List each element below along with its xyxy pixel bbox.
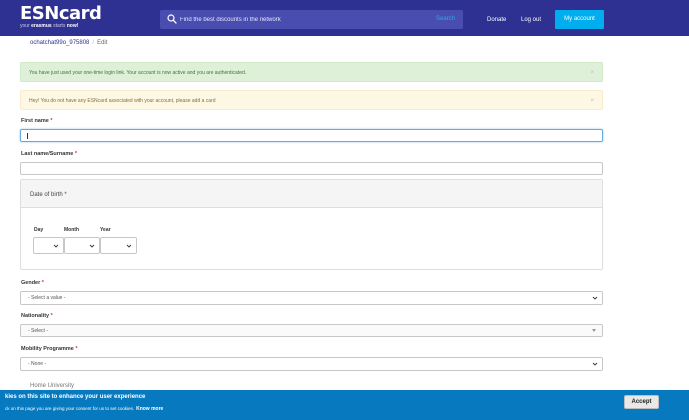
cookie-banner: kies on this site to enhance your user e… xyxy=(0,390,689,420)
year-select[interactable] xyxy=(100,237,137,254)
chevron-down-icon xyxy=(126,244,132,248)
search-button[interactable]: Search xyxy=(436,10,455,29)
last-name-input[interactable] xyxy=(20,162,603,175)
mobility-programme-value: - None - xyxy=(28,361,47,367)
success-alert: You have just used your one-time login l… xyxy=(20,62,603,82)
logout-link[interactable]: Log out xyxy=(521,17,541,23)
mobility-programme-select[interactable]: - None - xyxy=(20,357,603,371)
date-of-birth-header: Date of birth * xyxy=(21,180,602,208)
nationality-select-value: - Select - xyxy=(28,328,49,334)
chevron-down-icon xyxy=(592,362,598,366)
nationality-label: Nationality * xyxy=(21,313,53,319)
breadcrumb-user-link[interactable]: ochatchat99o_975808 xyxy=(30,40,89,46)
my-account-button[interactable]: My account xyxy=(555,10,604,29)
day-select[interactable] xyxy=(33,237,64,254)
warning-alert-text: Hey! You do not have any ESNcard associa… xyxy=(29,98,216,104)
chevron-down-icon xyxy=(53,244,59,248)
gender-select[interactable]: - Select a value - xyxy=(20,291,603,305)
caret-down-icon xyxy=(592,329,596,332)
breadcrumb-edit: Edit xyxy=(97,40,108,46)
nationality-select[interactable]: - Select - xyxy=(20,324,603,337)
search-box: Search xyxy=(160,10,463,29)
breadcrumb-separator: / xyxy=(92,40,95,46)
warning-alert: Hey! You do not have any ESNcard associa… xyxy=(20,90,603,110)
gender-select-value: - Select a value - xyxy=(28,295,66,301)
home-university-label: Home University xyxy=(30,383,75,389)
search-input[interactable] xyxy=(180,10,420,29)
gender-label: Gender * xyxy=(21,280,44,286)
esncard-logo[interactable]: ESNcard your erasmus starts now! xyxy=(20,3,102,30)
mobility-programme-label: Mobility Programme * xyxy=(21,346,78,352)
day-label: Day xyxy=(34,227,44,233)
last-name-label: Last name/Surname * xyxy=(21,151,77,157)
search-icon xyxy=(167,14,177,24)
cookie-title: kies on this site to enhance your user e… xyxy=(5,394,146,400)
know-more-link[interactable]: Know more xyxy=(136,406,163,412)
month-label: Month xyxy=(64,227,79,233)
text-caret xyxy=(27,133,28,139)
breadcrumb: ochatchat99o_975808/Edit xyxy=(30,40,107,46)
year-label: Year xyxy=(100,227,111,233)
logo-title: ESNcard xyxy=(20,3,102,24)
first-name-input[interactable] xyxy=(20,129,603,142)
chevron-down-icon xyxy=(592,296,598,300)
date-of-birth-fieldset: Date of birth * Day Month Year xyxy=(20,179,603,270)
success-alert-text: You have just used your one-time login l… xyxy=(29,70,247,76)
chevron-down-icon xyxy=(89,244,95,248)
cookie-text: ck on this page you are giving your cons… xyxy=(5,406,164,412)
site-header: ESNcard your erasmus starts now! Search … xyxy=(0,0,689,36)
accept-cookies-button[interactable]: Accept xyxy=(624,395,659,409)
close-icon[interactable]: × xyxy=(590,91,594,111)
month-select[interactable] xyxy=(64,237,100,254)
date-of-birth-title: Date of birth * xyxy=(30,192,67,198)
first-name-label: First name * xyxy=(21,118,53,124)
close-icon[interactable]: × xyxy=(590,63,594,83)
donate-link[interactable]: Donate xyxy=(487,17,506,23)
